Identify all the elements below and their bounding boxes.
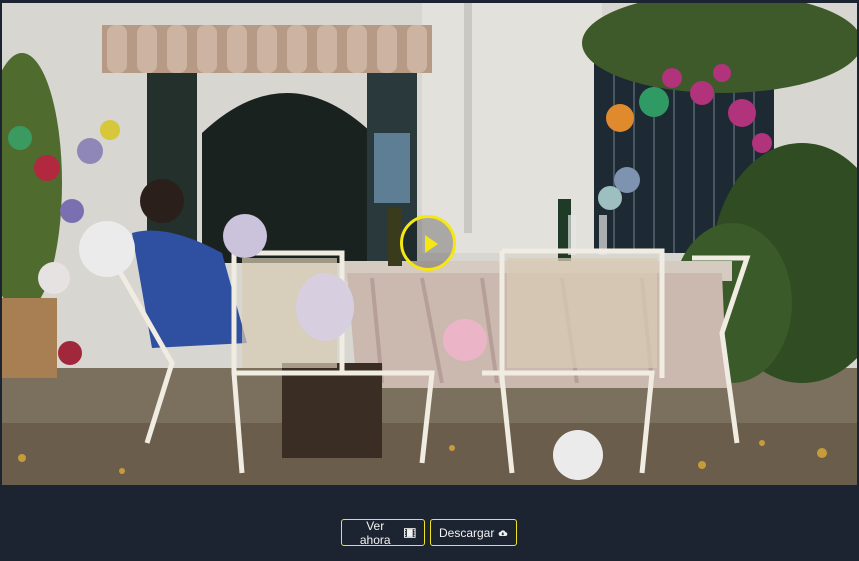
play-button[interactable] (400, 215, 456, 271)
watch-now-button[interactable]: Ver ahora (341, 518, 425, 547)
video-player[interactable] (2, 3, 857, 485)
action-bar: Ver ahora Descargar (0, 485, 859, 561)
download-button[interactable]: Descargar (430, 519, 517, 546)
download-label: Descargar (439, 525, 495, 540)
watch-now-label: Ver ahora (359, 518, 391, 547)
film-icon (404, 527, 416, 538)
cloud-download-icon (499, 529, 508, 536)
play-icon (425, 235, 438, 253)
